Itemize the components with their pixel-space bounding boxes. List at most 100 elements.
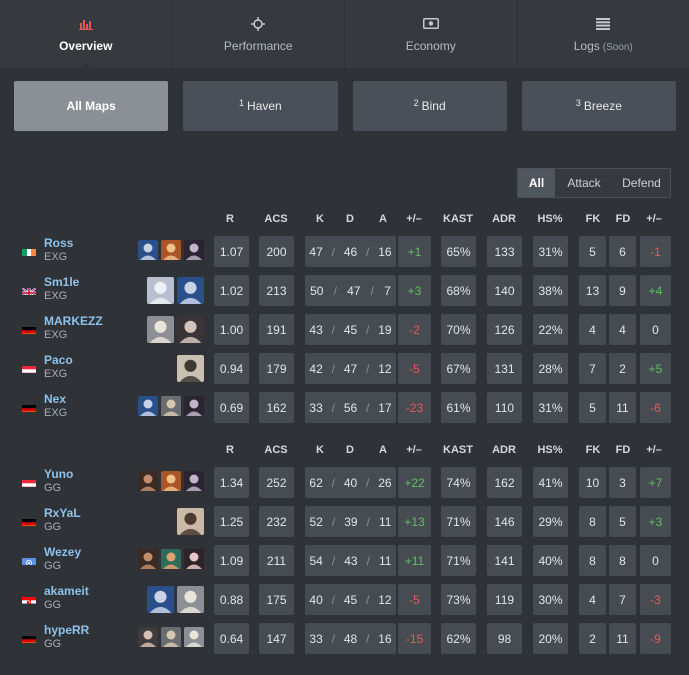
first-deaths-cell: 6 [609,236,636,267]
player-name[interactable]: Wezey [44,545,81,559]
agent-portrait-icon [184,549,204,571]
column-header[interactable]: ACS [264,213,287,225]
kills-value: 43 [309,322,323,337]
map-button-bind[interactable]: 2 Bind [352,81,507,131]
player-team: EXG [44,290,68,302]
player-team: EXG [44,251,68,263]
tab-performance[interactable]: Performance [173,0,345,68]
column-header[interactable]: ADR [492,213,516,225]
adr-value: 119 [494,592,515,607]
plus-minus-cell: +13 [398,506,431,537]
adr-value: 98 [497,631,512,646]
player-team: EXG [44,407,68,419]
adr-cell: 126 [487,314,522,345]
column-header[interactable]: R [226,213,234,225]
column-header[interactable]: FK [586,213,601,225]
acs-value: 147 [266,631,287,646]
hs-percent-cell: 38% [533,275,568,306]
player-name[interactable]: RxYaL [44,506,81,520]
column-header[interactable]: FD [616,213,631,225]
column-header[interactable]: FK [586,444,601,456]
column-header[interactable]: KAST [443,444,473,456]
agent-portrait-icon [177,586,204,613]
tab-overview[interactable]: Overview [0,0,173,69]
map-label: Haven [247,99,282,113]
hs-percent-value: 29% [538,514,563,529]
kda-cell: 33 / 48 / 16 [305,623,396,654]
deaths-value: 47 [343,361,358,376]
adr-value: 133 [494,244,515,259]
column-header[interactable]: +/– [406,444,422,456]
agent-portrait-icon [138,240,158,262]
player-name[interactable]: MARKEZZ [44,314,103,328]
column-header[interactable]: A [379,444,387,456]
map-label: Breeze [583,99,622,113]
bar-chart-icon [78,16,93,32]
hs-percent-cell: 41% [533,467,568,498]
tab-logs-label-wrap: Logs (Soon) [574,39,633,53]
column-header[interactable]: +/– [646,213,662,225]
map-button-all[interactable]: All Maps [14,81,169,131]
tab-logs[interactable]: Logs (Soon) [518,0,689,68]
agent-portrait-icon [177,355,204,382]
tab-overview-label: Overview [59,38,113,53]
first-kills-value: 4 [589,322,596,337]
column-header[interactable]: R [226,444,234,456]
player-name[interactable]: Sm1le [44,275,79,289]
player-name[interactable]: akameit [44,584,89,598]
side-filter-all[interactable]: All [518,169,555,197]
side-filter-defend[interactable]: Defend [613,169,670,197]
adr-cell: 141 [487,545,522,576]
player-name[interactable]: Nex [44,392,66,406]
side-filter-attack[interactable]: Attack [555,169,613,197]
kda-separator: / [366,631,370,646]
kda-separator: / [366,361,370,376]
map-button-breeze[interactable]: 3 Breeze [521,81,676,131]
first-deaths-value: 5 [619,514,626,529]
kda-separator: / [331,592,335,607]
first-kills-cell: 8 [579,506,606,537]
column-header[interactable]: K [316,213,324,225]
player-name[interactable]: hypeRR [44,623,89,637]
column-header[interactable]: HS% [537,213,562,225]
player-name[interactable]: Paco [44,353,73,367]
column-header[interactable]: +/– [406,213,422,225]
acs-value: 211 [266,553,287,568]
kda-separator: / [366,322,370,337]
deaths-value: 39 [344,514,358,529]
column-header[interactable]: KAST [443,213,473,225]
player-name[interactable]: Ross [44,236,73,250]
column-header[interactable]: +/– [646,444,662,456]
adr-cell: 146 [487,506,522,537]
agent-portrait-icon [177,508,204,535]
tab-economy-label: Economy [405,38,456,53]
kills-value: 62 [309,475,323,490]
rating-cell: 0.69 [214,392,249,423]
column-header[interactable]: ADR [492,444,516,456]
column-header[interactable]: K [316,444,324,456]
column-header[interactable]: A [379,213,387,225]
column-header[interactable]: HS% [537,444,562,456]
agent-icons [147,316,204,343]
player-team: GG [44,560,62,572]
rating-value: 0.88 [219,592,244,607]
agent-portrait-icon [147,586,174,613]
at-flag-icon [22,363,36,373]
kast-value: 71% [446,553,471,568]
map-button-haven[interactable]: 1 Haven [183,81,338,131]
column-header[interactable]: D [346,444,354,456]
money-icon [422,16,439,32]
column-header[interactable]: FD [616,444,631,456]
tab-performance-label: Performance [223,38,293,53]
column-header[interactable]: ACS [264,444,287,456]
player-name[interactable]: Yuno [44,467,73,481]
kda-cell: 33 / 56 / 17 [305,392,396,423]
plus-minus-cell: +22 [398,467,431,498]
active-tab-caret [79,63,92,69]
acs-value: 191 [266,322,287,337]
kast-cell: 73% [441,584,476,615]
tab-economy[interactable]: Economy [345,0,518,68]
first-plus-minus-value: -3 [650,592,661,607]
first-plus-minus-cell: +4 [640,275,671,306]
column-header[interactable]: D [346,213,354,225]
